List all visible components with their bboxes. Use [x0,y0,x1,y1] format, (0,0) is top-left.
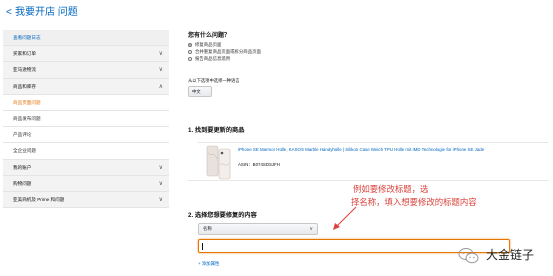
sidebar-item-label: 全企业问题 [13,148,36,154]
field-select[interactable]: 名称 ∨ [198,223,318,235]
sidebar: 查看问题日志 买家和订单 ∨ 亚马逊物流 ∨ 商品和库存 ∧ 商品页面问题 商品… [3,30,169,245]
phone-case-icon [206,145,231,180]
chevron-down-icon: ∨ [309,226,313,232]
radio-icon [188,56,192,61]
sidebar-item-label: 亚美商机及 Prime 和问题 [13,196,65,202]
top-bar: < 我要开店 问题 [0,0,553,26]
annotation-line-2: 择名称，填入想要修改的标题内容 [351,197,477,207]
back-chevron-icon[interactable]: < [6,8,12,18]
sidebar-item-label: 商品页面问题 [13,99,41,105]
sidebar-item-product-reviews[interactable]: 产品评论 [3,127,169,144]
annotation-arrow-icon [333,206,357,230]
sidebar-item-label: 产品评论 [13,132,32,138]
language-select[interactable]: 中文 [188,86,212,97]
chevron-down-icon: ∨ [158,164,163,171]
sidebar-item-product-page-issues[interactable]: 商品页面问题 [3,94,169,111]
radio-label: 报告商品信息滥用 [195,56,231,61]
sidebar-item-prime-issues[interactable]: 亚美商机及 Prime 和问题 ∨ [3,191,169,209]
radio-icon [188,49,192,54]
sidebar-item-label: 购物问题 [13,180,32,186]
radio-merge-split-pages[interactable]: 合并重复商品页面或拆分商品页面 [188,49,261,55]
radio-fix-product-page[interactable]: 修复商品页面 [188,42,221,48]
question-title: 您有什么问题？ [188,33,231,39]
sidebar-item-label: 商品发布问题 [13,115,41,121]
chevron-down-icon: ∨ [158,196,163,203]
text-caret [202,243,203,250]
section2-title: 2. 选择您想要修复的内容 [188,212,257,219]
chevron-down-icon: ∨ [158,180,163,187]
sidebar-item-my-account[interactable]: 我的账户 ∨ [3,159,169,176]
watermark: 大金链子 [452,244,553,268]
chevron-up-icon: ∧ [158,83,163,90]
annotation-line-1: 例如要修改标题，选 [353,184,429,194]
radio-selected-icon [188,42,192,47]
sidebar-item-label: 查看问题日志 [13,35,41,40]
sidebar-item-products-inventory[interactable]: 商品和库存 ∧ [3,78,169,95]
sidebar-item-label: 商品和库存 [13,83,36,89]
sidebar-item-buyers-orders[interactable]: 买家和订单 ∨ [3,46,169,63]
sidebar-item-listing-issues[interactable]: 商品发布问题 [3,110,169,128]
field-select-value: 名称 [203,226,212,231]
chevron-down-icon: ∨ [158,51,163,58]
language-label: 从以下选项中选择一种语言 [188,78,240,83]
watermark-text: 大金链子 [486,248,535,262]
main-content: 您有什么问题？ 修复商品页面 合并重复商品页面或拆分商品页面 报告商品信息滥用 … [188,30,548,276]
sidebar-item-enterprise-issues[interactable]: 全企业问题 [3,143,169,160]
page-title[interactable]: 我要开店 问题 [15,7,78,19]
product-asin: ASIN：B074SDSJFH [238,162,280,167]
product-title-link[interactable]: iPhone SE Marmor Hülle, KASOS Marble Han… [238,147,508,153]
wechat-icon [458,248,479,264]
chevron-down-icon: ∨ [158,67,163,74]
section1-title: 1. 找到要更新的商品 [188,127,245,134]
sidebar-item-label: 买家和订单 [13,51,36,57]
product-thumbnail[interactable] [206,145,232,181]
radio-label: 修复商品页面 [195,42,222,47]
radio-label: 合并重复商品页面或拆分商品页面 [195,49,261,54]
add-attribute-link[interactable]: + 添加属性 [198,261,219,267]
sidebar-item-label: 我的账户 [13,164,32,170]
sidebar-item-issue-log[interactable]: 查看问题日志 [3,30,169,47]
sidebar-item-fba[interactable]: 亚马逊物流 ∨ [3,62,169,79]
sidebar-item-label: 亚马逊物流 [13,67,36,73]
radio-report-abuse[interactable]: 报告商品信息滥用 [188,56,230,62]
sidebar-item-shopping-issues[interactable]: 购物问题 ∨ [3,175,169,192]
section-divider [188,180,548,181]
